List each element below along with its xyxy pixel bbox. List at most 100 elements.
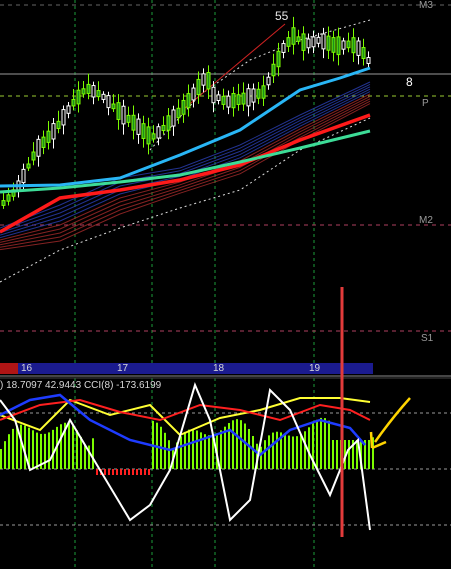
histogram-bar — [332, 440, 334, 469]
candle-body — [241, 92, 246, 105]
histogram-bar — [264, 440, 266, 469]
candle-body — [231, 92, 236, 109]
candle-body — [66, 105, 71, 114]
histogram-bar — [272, 432, 274, 469]
histogram-bar — [268, 435, 270, 469]
histogram-bar — [288, 435, 290, 469]
histogram-bar — [136, 469, 138, 475]
histogram-bar — [96, 469, 98, 475]
candle-body — [71, 99, 76, 107]
candle-body — [221, 95, 226, 105]
candle-body — [271, 63, 276, 77]
histogram-bar — [12, 428, 14, 469]
candle-body — [166, 115, 171, 131]
candle-body — [136, 118, 141, 135]
candle-body — [76, 89, 81, 105]
candle-body — [81, 88, 86, 95]
histogram-bar — [308, 427, 310, 469]
candle-body — [336, 36, 341, 56]
candle-body — [196, 78, 201, 96]
indicator-legend: ) 18.7097 42.9443 CCI(8) -173.6199 — [0, 380, 162, 391]
candle-body — [266, 76, 271, 86]
candle-body — [26, 163, 31, 169]
candle-body — [226, 95, 231, 108]
candle-body — [251, 88, 256, 103]
histogram-bar — [48, 432, 50, 469]
histogram-bar — [192, 429, 194, 469]
histogram-bar — [60, 424, 62, 469]
date-label-18: 18 — [213, 363, 225, 374]
candle-body — [131, 114, 136, 131]
candle-body — [191, 87, 196, 101]
histogram-bar — [236, 419, 238, 469]
candle-body — [346, 40, 351, 49]
candle-body — [261, 85, 266, 99]
candle-body — [246, 88, 251, 107]
candle-body — [61, 109, 66, 126]
histogram-bar — [168, 440, 170, 469]
candle-body — [211, 86, 216, 104]
candle-body — [281, 43, 286, 53]
histogram-bar — [4, 441, 6, 469]
histogram-bar — [164, 432, 166, 469]
histogram-bar — [140, 469, 142, 475]
candle-body — [96, 90, 101, 98]
candle-body — [121, 105, 126, 125]
indicator-pane-separator — [0, 375, 451, 379]
histogram-bar — [244, 423, 246, 469]
histogram-bar — [52, 429, 54, 469]
histogram-bar — [292, 436, 294, 469]
histogram-bar — [8, 434, 10, 469]
candle-body — [286, 37, 291, 47]
candle-body — [111, 103, 116, 110]
histogram-bar — [260, 446, 262, 469]
histogram-bar — [336, 440, 338, 469]
vertical-day-gridlines — [74, 0, 315, 569]
histogram-bar — [132, 469, 134, 475]
histogram-bar — [324, 418, 326, 469]
histogram-bar — [328, 420, 330, 469]
histogram-bar — [208, 435, 210, 469]
histogram-bar — [36, 432, 38, 469]
histogram-bar — [284, 433, 286, 469]
histogram-bar — [348, 440, 350, 469]
candle-body — [126, 114, 131, 123]
candle-body — [56, 120, 61, 130]
candle-body — [236, 94, 241, 105]
histogram-bar — [316, 419, 318, 469]
histogram-bar — [128, 469, 130, 475]
candle-body — [306, 38, 311, 49]
candle-body — [161, 124, 166, 132]
candle-body — [156, 126, 161, 139]
level-label-p: P — [422, 98, 429, 109]
price-marker: 8 — [406, 75, 413, 89]
histogram-bar — [144, 469, 146, 475]
histogram-bar — [72, 425, 74, 469]
histogram-bar — [92, 438, 94, 469]
histogram-bar — [248, 428, 250, 469]
level-label-m2: M2 — [419, 215, 433, 226]
candle-body — [171, 109, 176, 127]
date-label-17: 17 — [117, 363, 129, 374]
candle-body — [366, 57, 371, 64]
candle-body — [36, 138, 41, 157]
wave-label: 55 — [275, 9, 289, 23]
candle-body — [356, 40, 361, 56]
candle-body — [276, 50, 281, 68]
level-label-s1: S1 — [421, 333, 434, 344]
candle-body — [361, 47, 366, 59]
histogram-bar — [112, 469, 114, 475]
histogram-bar — [300, 434, 302, 469]
candle-body — [141, 123, 146, 139]
histogram-bar — [104, 469, 106, 475]
histogram-bar — [184, 431, 186, 469]
histogram-bar — [0, 449, 2, 469]
candle-body — [151, 133, 156, 140]
candle-body — [216, 94, 221, 101]
histogram-bar — [120, 469, 122, 475]
histogram-bar — [24, 425, 26, 469]
candle-body — [46, 130, 51, 143]
candle-body — [146, 126, 151, 145]
trading-chart-canvas[interactable] — [0, 0, 451, 569]
candle-body — [181, 99, 186, 115]
